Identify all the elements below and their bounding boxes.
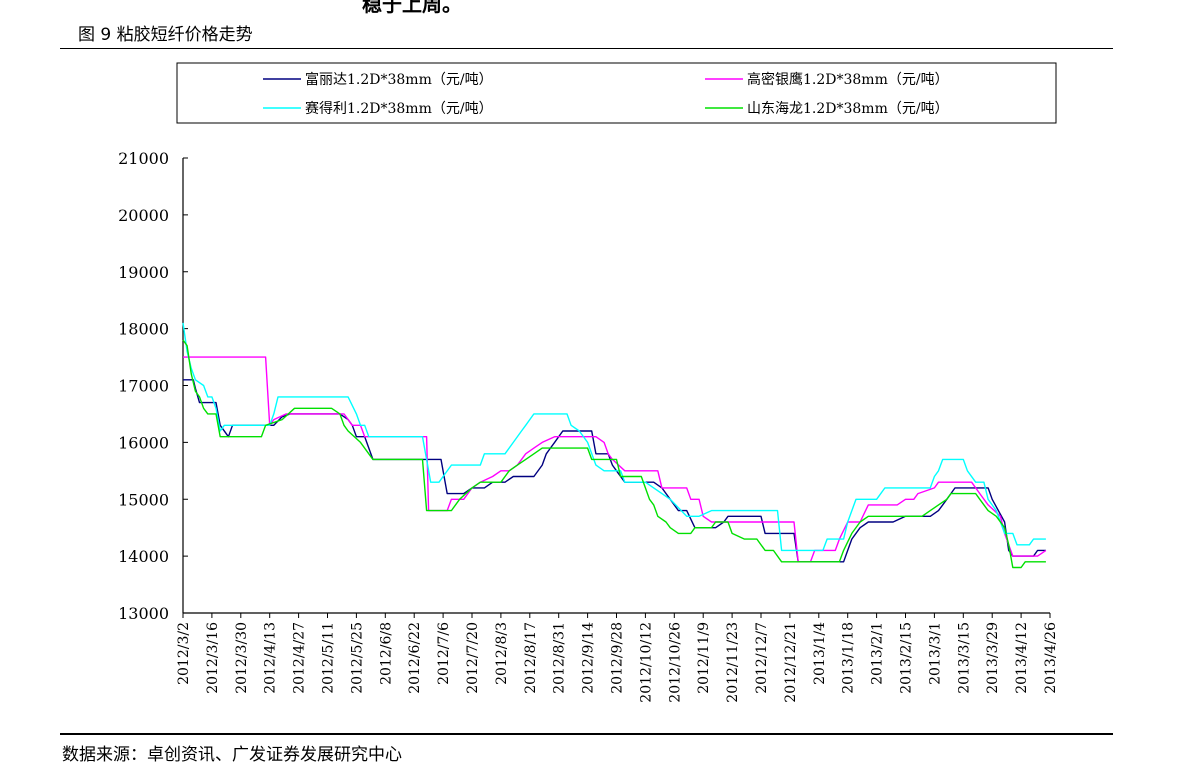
legend-label-4: 山东海龙1.2D*38mm（元/吨）	[747, 101, 949, 117]
source-note: 数据来源：卓创资讯、广发证券发展研究中心	[62, 745, 402, 765]
source-rule	[60, 733, 1113, 735]
x-tick-label: 2012/3/30	[234, 622, 250, 694]
legend-label-3: 赛得利1.2D*38mm（元/吨）	[305, 100, 493, 117]
x-tick-label: 2013/1/18	[841, 622, 857, 694]
x-tick-label: 2013/4/26	[1043, 622, 1059, 694]
x-tick-label: 2013/4/12	[1014, 622, 1030, 694]
x-tick-label: 2012/4/27	[292, 622, 308, 694]
x-tick-label: 2013/3/15	[956, 622, 972, 694]
x-tick-label: 2012/5/25	[349, 622, 365, 694]
x-tick-label: 2012/10/12	[638, 622, 654, 703]
x-tick-label: 2012/8/17	[523, 622, 539, 694]
legend-label-1: 富丽达1.2D*38mm（元/吨）	[305, 71, 493, 88]
x-tick-label: 2013/1/4	[812, 622, 828, 685]
x-tick-label: 2012/5/11	[321, 622, 337, 694]
x-tick-label: 2012/11/23	[725, 622, 741, 703]
chart-legend: 富丽达1.2D*38mm（元/吨） 高密银鹰1.2D*38mm（元/吨） 赛得利1.…	[176, 62, 1057, 124]
x-tick-label: 2012/12/21	[783, 622, 799, 703]
x-tick-label: 2013/2/15	[899, 622, 915, 694]
series-line-4	[182, 339, 1046, 569]
y-tick-label: 17000	[118, 377, 169, 396]
y-tick-label: 19000	[118, 263, 169, 282]
x-tick-label: 2012/9/14	[581, 622, 597, 694]
x-tick-label: 2012/8/31	[552, 622, 568, 694]
x-tick-label: 2013/2/1	[870, 622, 886, 685]
x-tick-label: 2012/3/16	[205, 622, 221, 694]
x-tick-label: 2012/6/22	[407, 622, 423, 694]
y-tick-label: 14000	[118, 547, 169, 566]
y-tick-label: 21000	[118, 149, 169, 168]
x-tick-label: 2013/3/29	[985, 622, 1001, 694]
x-tick-label: 2012/8/3	[494, 622, 510, 685]
x-tick-label: 2012/7/20	[465, 622, 481, 694]
x-tick-label: 2012/3/2	[176, 622, 192, 685]
x-tick-label: 2012/9/28	[610, 622, 626, 694]
y-tick-label: 16000	[118, 433, 169, 452]
x-tick-label: 2012/10/26	[667, 622, 683, 703]
y-tick-label: 15000	[118, 490, 169, 509]
x-tick-label: 2012/6/8	[378, 622, 394, 685]
y-tick-label: 20000	[118, 206, 169, 225]
y-tick-label: 13000	[118, 604, 169, 623]
x-tick-label: 2012/11/9	[696, 622, 712, 694]
chart-series-lines	[182, 322, 1047, 569]
price-line-chart: 富丽达1.2D*38mm（元/吨） 高密银鹰1.2D*38mm（元/吨） 赛得利1.…	[118, 62, 1059, 703]
x-tick-label: 2012/12/7	[754, 622, 770, 694]
x-tick-label: 2013/3/1	[927, 622, 943, 685]
x-tick-label: 2012/4/13	[263, 622, 279, 694]
x-tick-label: 2012/7/6	[436, 622, 452, 685]
y-tick-label: 18000	[118, 320, 169, 339]
legend-label-2: 高密银鹰1.2D*38mm（元/吨）	[747, 71, 949, 88]
